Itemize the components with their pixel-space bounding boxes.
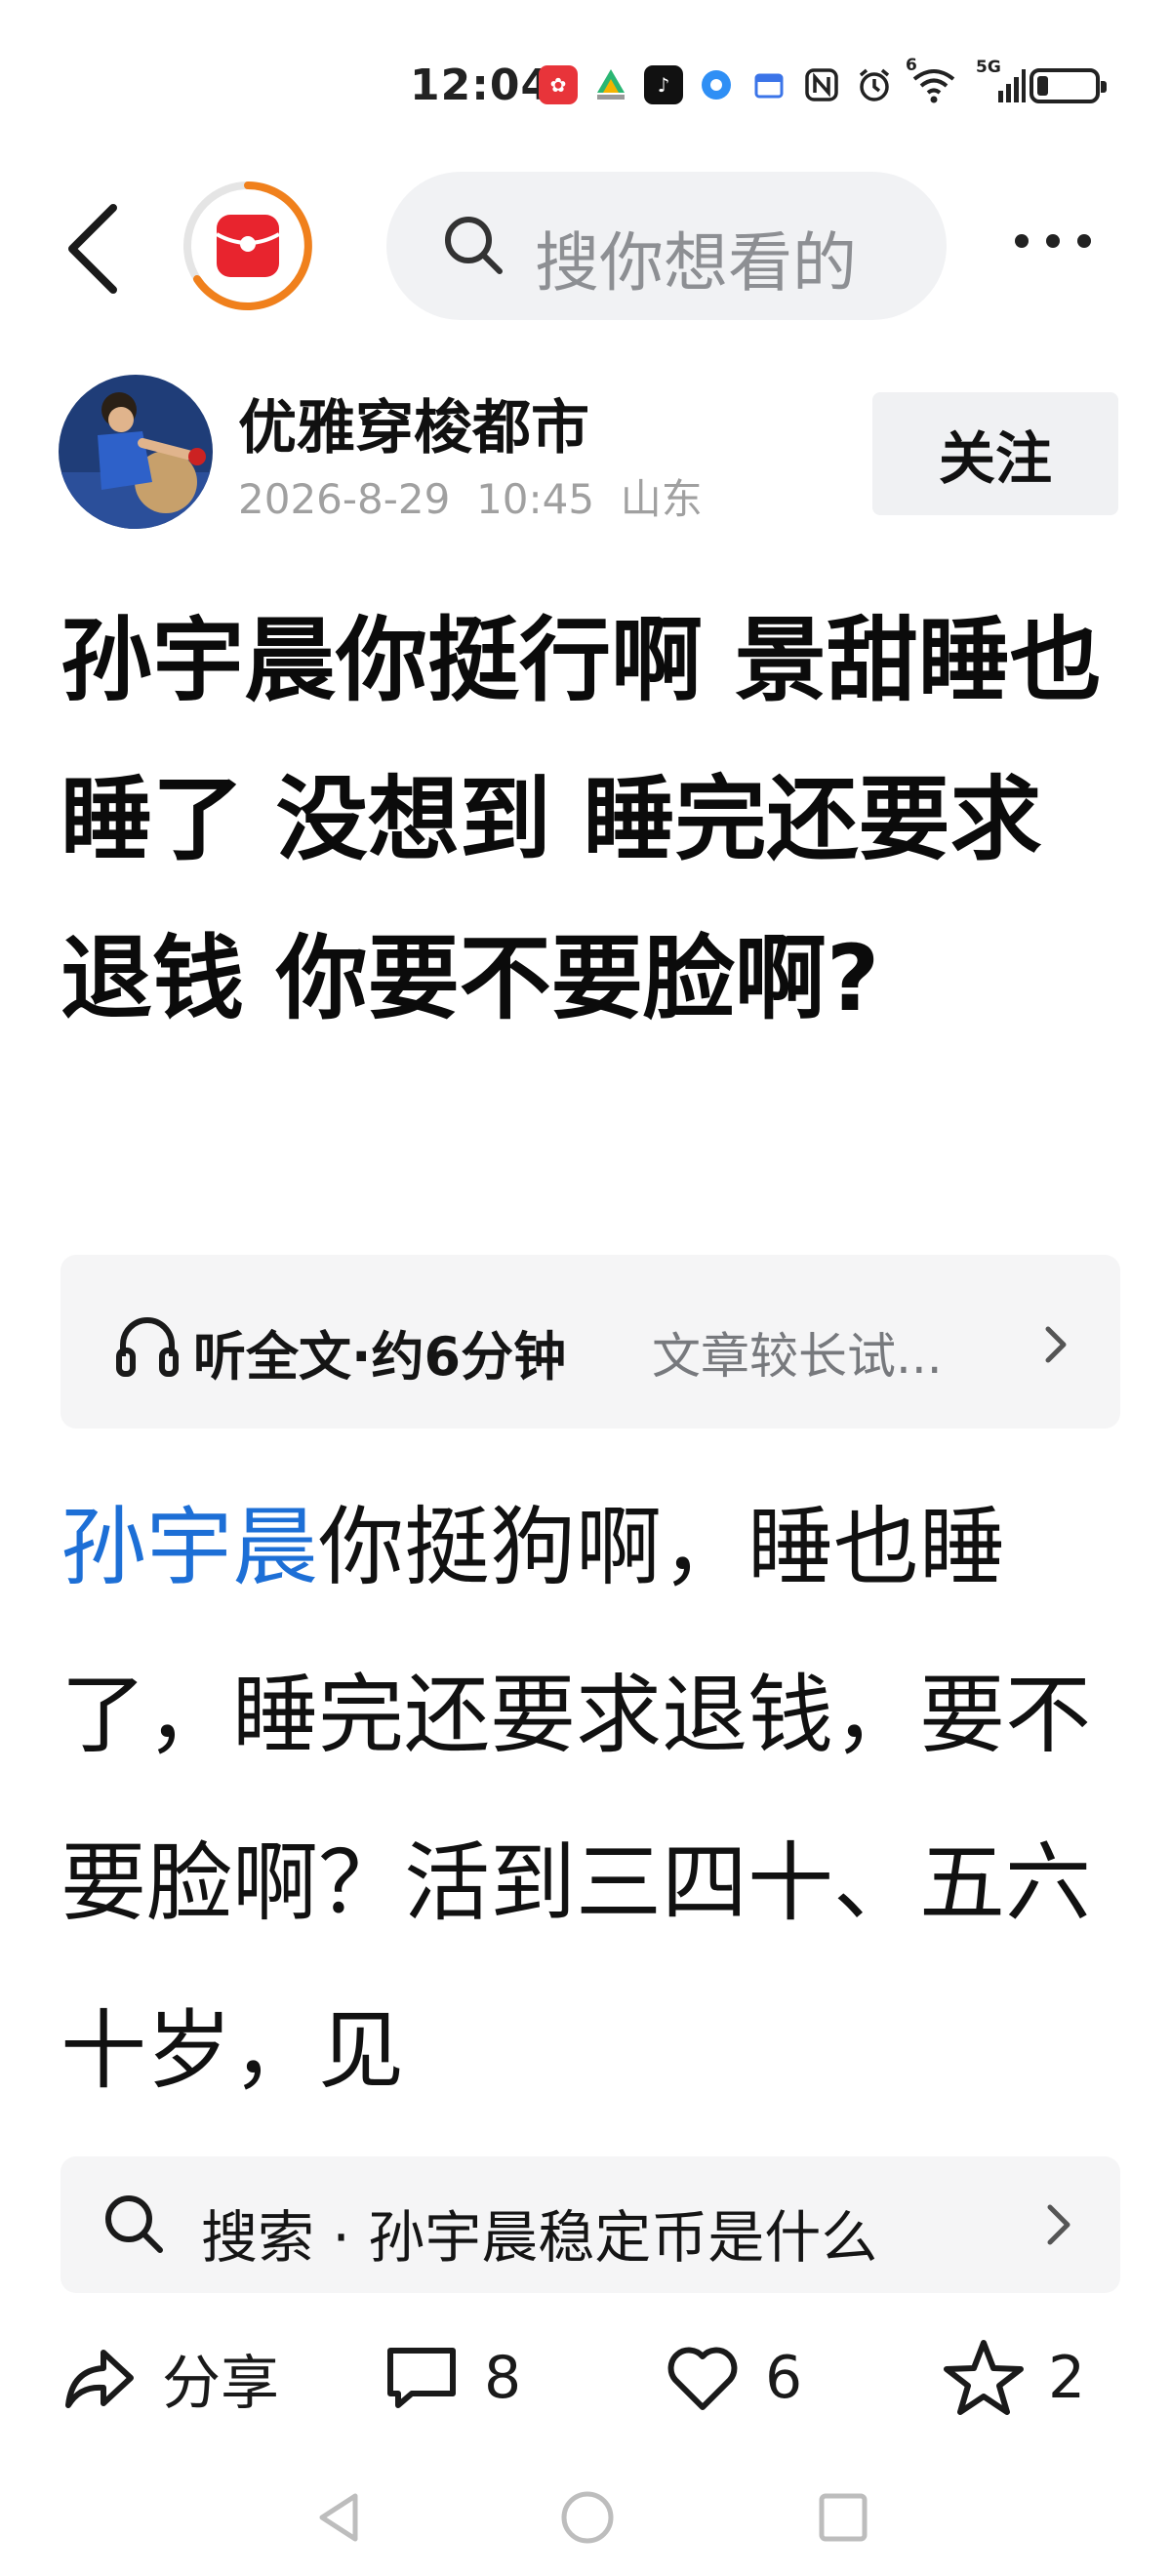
alarm-icon: [855, 65, 894, 104]
search-suggestion-bar[interactable]: 搜索 · 孙宇晨稳定币是什么: [61, 2156, 1120, 2293]
tiktok-icon: ♪: [644, 65, 683, 104]
red-envelope-app-icon[interactable]: [182, 180, 314, 312]
search-placeholder: 搜你想看的: [535, 225, 857, 301]
system-navigation-bar: [0, 2459, 1171, 2576]
nav-back-icon[interactable]: [310, 2488, 369, 2547]
wifi-icon: 6: [906, 56, 960, 104]
signal-badge: 5G: [976, 58, 1001, 77]
favorite-count: 2: [1048, 2344, 1086, 2412]
nav-home-icon[interactable]: [558, 2488, 617, 2547]
search-icon: [445, 217, 503, 274]
status-icons: ✿ ♪ 6 5G: [539, 56, 1029, 109]
chevron-left-icon: [68, 204, 117, 294]
share-icon: [65, 2350, 134, 2408]
follow-button[interactable]: 关注: [872, 392, 1118, 515]
huawei-app-icon: ✿: [539, 65, 578, 104]
browser-icon: [697, 65, 736, 104]
signal-5g-icon: 5G: [974, 58, 1029, 104]
author-name[interactable]: 优雅穿梭都市: [238, 381, 589, 465]
like-count: 6: [765, 2344, 803, 2412]
more-options-button[interactable]: [1015, 234, 1112, 263]
chevron-right-icon: [1047, 2204, 1070, 2245]
chevron-right-icon: [1045, 1326, 1067, 1363]
post-meta: 2026-8-29 10:45 山东: [238, 475, 703, 523]
search-icon: [105, 2195, 163, 2253]
more-dot-icon: [1077, 234, 1091, 248]
back-button[interactable]: [59, 200, 127, 298]
status-bar: 12:04 ✿ ♪ 6 5G: [0, 0, 1171, 166]
nav-recents-icon[interactable]: [814, 2488, 872, 2547]
like-button[interactable]: 6: [664, 2334, 802, 2422]
share-button[interactable]: 分享: [61, 2334, 279, 2422]
listen-label: 听全文·约6分钟: [193, 1326, 567, 1388]
listen-full-text-bar[interactable]: 听全文·约6分钟 文章较长试...: [61, 1255, 1120, 1429]
calendar-icon: [749, 65, 788, 104]
article-body: 孙宇晨你挺狗啊，睡也睡了，睡完还要求退钱，要不要脸啊？活到三四十、五六十岁，见: [61, 1464, 1124, 2127]
more-dot-icon: [1046, 234, 1060, 248]
flower-app-icon: [591, 65, 630, 104]
star-icon: [944, 2340, 1024, 2415]
comment-icon: [387, 2348, 456, 2408]
article-title: 孙宇晨你挺行啊 景甜睡也睡了 没想到 睡完还要求退钱 你要不要脸啊?: [61, 608, 1102, 1032]
body-person-link[interactable]: 孙宇晨: [61, 1497, 318, 1597]
favorite-button[interactable]: 2: [943, 2334, 1085, 2422]
wifi-badge: 6: [906, 56, 917, 75]
listen-hint: 文章较长试...: [652, 1328, 943, 1385]
comment-button[interactable]: 8: [383, 2334, 521, 2422]
search-input[interactable]: 搜你想看的: [386, 172, 947, 320]
battery-icon: [1030, 68, 1107, 103]
comment-count: 8: [484, 2344, 522, 2412]
headphones-icon: [116, 1317, 179, 1377]
nfc-icon: [802, 65, 841, 104]
status-time: 12:04: [410, 60, 552, 110]
heart-icon: [667, 2347, 738, 2410]
author-avatar[interactable]: [59, 375, 213, 529]
share-label: 分享: [162, 2349, 279, 2418]
search-suggestion-text: 搜索 · 孙宇晨稳定币是什么: [201, 2204, 878, 2271]
more-dot-icon: [1015, 234, 1029, 248]
